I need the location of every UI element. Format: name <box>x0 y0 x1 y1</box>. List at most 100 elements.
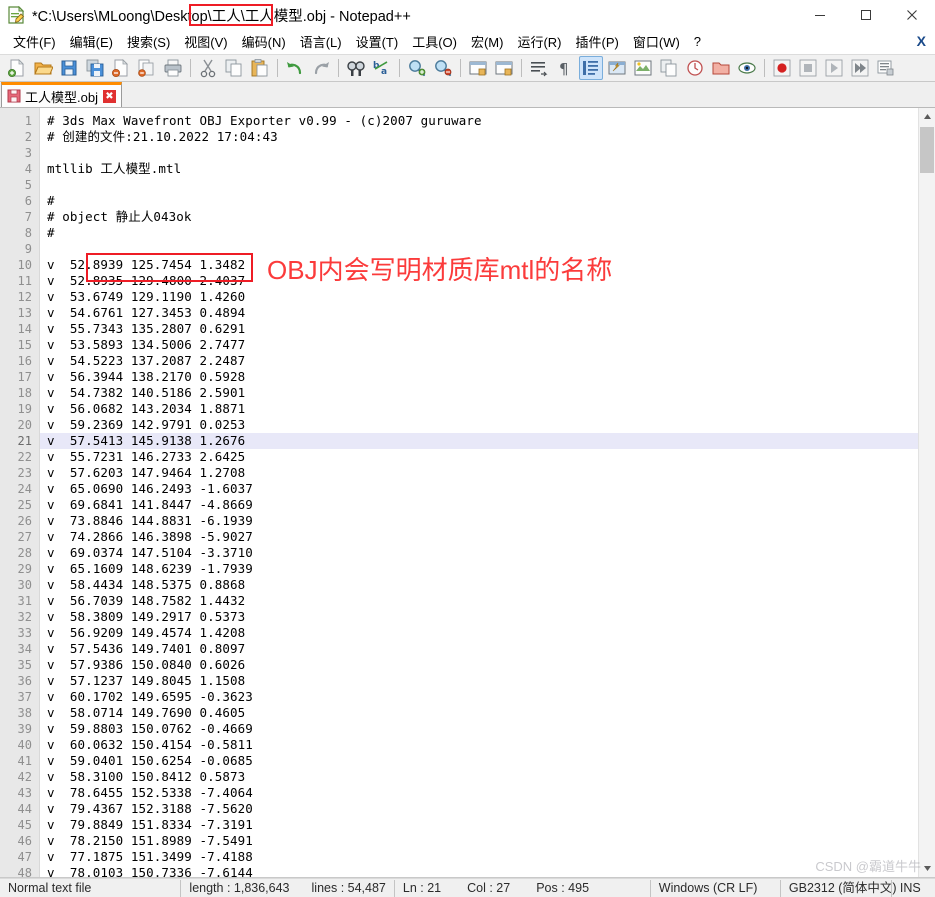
code-line[interactable]: v 54.5223 137.2087 2.2487 <box>47 353 918 369</box>
code-line[interactable]: v 57.6203 147.9464 1.2708 <box>47 465 918 481</box>
sync-vertical-scroll-icon[interactable] <box>466 56 490 80</box>
code-text-area[interactable]: OBJ内会写明材质库mtl的名称 # 3ds Max Wavefront OBJ… <box>40 108 918 877</box>
vertical-scrollbar[interactable] <box>918 108 935 877</box>
print-icon[interactable] <box>161 56 185 80</box>
replace-icon[interactable]: b a <box>370 56 394 80</box>
code-line[interactable]: v 56.3944 138.2170 0.5928 <box>47 369 918 385</box>
close-all-icon[interactable] <box>135 56 159 80</box>
folder-as-workspace-icon[interactable] <box>709 56 733 80</box>
code-line[interactable]: v 53.6749 129.1190 1.4260 <box>47 289 918 305</box>
save-all-icon[interactable] <box>83 56 107 80</box>
code-line[interactable]: v 58.3100 150.8412 0.5873 <box>47 769 918 785</box>
code-line[interactable]: v 54.7382 140.5186 2.5901 <box>47 385 918 401</box>
scroll-down-button[interactable] <box>919 860 935 877</box>
code-line[interactable]: v 79.8849 151.8334 -7.3191 <box>47 817 918 833</box>
record-macro-icon[interactable] <box>770 56 794 80</box>
tab-gongrenmoxing-obj[interactable]: 工人模型.obj ✖ <box>1 82 122 107</box>
code-line[interactable]: v 56.9209 149.4574 1.4208 <box>47 625 918 641</box>
menu-search[interactable]: 搜索(S) <box>120 30 177 54</box>
document-map-icon[interactable] <box>631 56 655 80</box>
menu-help[interactable]: ? <box>687 32 708 52</box>
find-icon[interactable] <box>344 56 368 80</box>
document-preview-icon[interactable] <box>735 56 759 80</box>
code-line[interactable]: v 54.6761 127.3453 0.4894 <box>47 305 918 321</box>
copy-icon[interactable] <box>222 56 246 80</box>
function-list-icon[interactable] <box>657 56 681 80</box>
code-line[interactable]: # object 静止人043ok <box>47 209 918 225</box>
code-line[interactable]: v 57.5413 145.9138 1.2676 <box>40 433 918 449</box>
maximize-button[interactable] <box>843 0 889 30</box>
paste-icon[interactable] <box>248 56 272 80</box>
minimize-button[interactable] <box>797 0 843 30</box>
menu-edit[interactable]: 编辑(E) <box>63 30 120 54</box>
scroll-up-button[interactable] <box>919 108 935 125</box>
menu-encoding[interactable]: 编码(N) <box>235 30 293 54</box>
code-line[interactable]: v 73.8846 144.8831 -6.1939 <box>47 513 918 529</box>
menu-plugins[interactable]: 插件(P) <box>569 30 626 54</box>
code-line[interactable]: v 57.9386 150.0840 0.6026 <box>47 657 918 673</box>
show-all-characters-icon[interactable]: ¶ <box>553 56 577 80</box>
tab-close-icon[interactable]: ✖ <box>102 89 116 103</box>
playback-icon[interactable] <box>822 56 846 80</box>
menu-macro[interactable]: 宏(M) <box>464 30 511 54</box>
code-line[interactable]: v 55.7231 146.2733 2.6425 <box>47 449 918 465</box>
code-line[interactable]: v 74.2866 146.3898 -5.9027 <box>47 529 918 545</box>
sync-horizontal-scroll-icon[interactable] <box>492 56 516 80</box>
code-line[interactable]: v 69.6841 141.8447 -4.8669 <box>47 497 918 513</box>
code-line[interactable]: v 60.1702 149.6595 -0.3623 <box>47 689 918 705</box>
code-line[interactable]: # <box>47 193 918 209</box>
scrollbar-thumb[interactable] <box>920 127 934 173</box>
zoom-out-icon[interactable] <box>431 56 455 80</box>
show-indent-guide-icon[interactable] <box>579 56 603 80</box>
code-line[interactable]: v 55.7343 135.2807 0.6291 <box>47 321 918 337</box>
zoom-in-icon[interactable] <box>405 56 429 80</box>
menu-settings[interactable]: 设置(T) <box>349 30 406 54</box>
status-encoding[interactable]: GB2312 (简体中文) <box>781 879 897 897</box>
redo-icon[interactable] <box>309 56 333 80</box>
save-icon[interactable] <box>57 56 81 80</box>
stop-recording-icon[interactable] <box>796 56 820 80</box>
monitoring-icon[interactable] <box>683 56 707 80</box>
code-line[interactable] <box>47 177 918 193</box>
code-line[interactable]: v 58.3809 149.2917 0.5373 <box>47 609 918 625</box>
code-line[interactable]: v 60.0632 150.4154 -0.5811 <box>47 737 918 753</box>
user-defined-dialog-icon[interactable] <box>605 56 629 80</box>
close-button[interactable] <box>889 0 935 30</box>
word-wrap-icon[interactable] <box>527 56 551 80</box>
menu-run[interactable]: 运行(R) <box>510 30 568 54</box>
code-line[interactable]: v 59.2369 142.9791 0.0253 <box>47 417 918 433</box>
status-eol-format[interactable]: Windows (CR LF) <box>651 879 780 897</box>
open-file-icon[interactable] <box>31 56 55 80</box>
undo-icon[interactable] <box>283 56 307 80</box>
code-line[interactable]: v 53.5893 134.5006 2.7477 <box>47 337 918 353</box>
code-line[interactable]: v 79.4367 152.3188 -7.5620 <box>47 801 918 817</box>
code-line[interactable]: v 58.4434 148.5375 0.8868 <box>47 577 918 593</box>
code-line[interactable]: v 56.0682 143.2034 1.8871 <box>47 401 918 417</box>
code-line[interactable]: v 57.1237 149.8045 1.1508 <box>47 673 918 689</box>
code-line[interactable]: v 59.0401 150.6254 -0.0685 <box>47 753 918 769</box>
code-line[interactable] <box>47 145 918 161</box>
menu-language[interactable]: 语言(L) <box>293 30 349 54</box>
save-macro-icon[interactable] <box>874 56 898 80</box>
menu-tools[interactable]: 工具(O) <box>405 30 464 54</box>
code-line[interactable]: v 65.1609 148.6239 -1.7939 <box>47 561 918 577</box>
run-multiple-times-icon[interactable] <box>848 56 872 80</box>
code-line[interactable]: v 77.1875 151.3499 -7.4188 <box>47 849 918 865</box>
code-line[interactable]: v 78.6455 152.5338 -7.4064 <box>47 785 918 801</box>
menu-view[interactable]: 视图(V) <box>177 30 234 54</box>
code-line[interactable]: v 59.8803 150.0762 -0.4669 <box>47 721 918 737</box>
code-line[interactable]: v 78.2150 151.8989 -7.5491 <box>47 833 918 849</box>
new-file-icon[interactable] <box>5 56 29 80</box>
status-insert-mode[interactable]: INS <box>892 879 935 897</box>
code-line[interactable]: # <box>47 225 918 241</box>
code-line[interactable]: v 57.5436 149.7401 0.8097 <box>47 641 918 657</box>
cut-icon[interactable] <box>196 56 220 80</box>
menu-file[interactable]: 文件(F) <box>6 30 63 54</box>
close-file-icon[interactable] <box>109 56 133 80</box>
code-line[interactable]: v 69.0374 147.5104 -3.3710 <box>47 545 918 561</box>
code-line[interactable]: # 3ds Max Wavefront OBJ Exporter v0.99 -… <box>47 113 918 129</box>
code-line[interactable]: v 65.0690 146.2493 -1.6037 <box>47 481 918 497</box>
code-line[interactable]: v 78.0103 150.7336 -7.6144 <box>47 865 918 877</box>
code-line[interactable]: v 58.0714 149.7690 0.4605 <box>47 705 918 721</box>
code-line[interactable]: # 创建的文件:21.10.2022 17:04:43 <box>47 129 918 145</box>
